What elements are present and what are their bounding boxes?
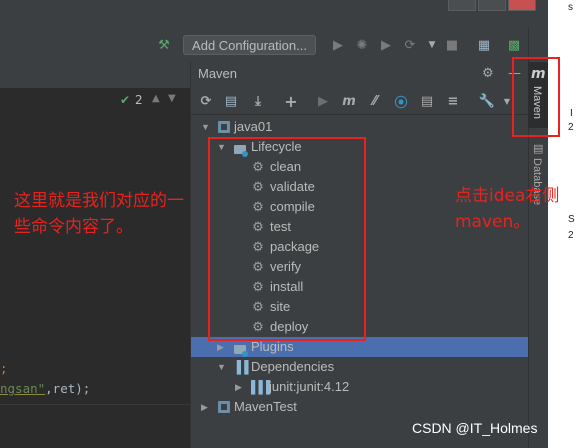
gear-icon[interactable]: ⚙	[482, 66, 494, 81]
download-icon[interactable]: ⤓	[249, 92, 267, 110]
execute-maven-goal-icon[interactable]: m	[340, 92, 358, 110]
watermark: CSDN @IT_Holmes	[412, 420, 538, 436]
code-string: ngsan"	[0, 381, 46, 396]
edge-text: s	[568, 2, 573, 13]
divider	[0, 404, 190, 405]
annotation-box-maven	[512, 57, 560, 137]
code-rest: ,ret);	[45, 381, 91, 396]
expand-arrow-icon[interactable]: ▶	[201, 397, 208, 417]
maven-title: Maven	[198, 66, 238, 81]
maximize-button[interactable]	[478, 0, 506, 11]
run-goal-icon[interactable]: ▶	[314, 92, 332, 110]
maven-header	[191, 62, 528, 86]
tree-label: java01	[234, 119, 273, 134]
project-structure-icon[interactable]: ▦	[476, 37, 492, 53]
settings-wrench-icon[interactable]: 🔧	[478, 92, 496, 110]
collapse-all-icon[interactable]: ≡	[444, 92, 462, 110]
window-controls	[448, 0, 548, 12]
add-folder-icon[interactable]: ▤	[222, 92, 240, 110]
annotation-right: 点击idea右侧maven。	[455, 186, 560, 232]
plugins-folder-icon	[233, 340, 248, 357]
hammer-icon[interactable]: ⚒	[156, 37, 172, 53]
tree-label: junit:junit:4.12	[269, 379, 350, 394]
run-icon[interactable]: ▶	[330, 37, 346, 53]
reload-icon[interactable]: ⟳	[197, 92, 215, 110]
annotation-box-lifecycle	[208, 137, 366, 341]
tree-label: Dependencies	[251, 359, 335, 374]
edge-text: I	[570, 108, 573, 119]
coverage-icon[interactable]: ▶	[378, 37, 394, 53]
tree-project-maventest[interactable]: ▶ MavenTest	[191, 397, 528, 417]
add-icon[interactable]: +	[282, 92, 300, 111]
edge-text: 2	[568, 122, 574, 133]
add-configuration-button[interactable]: Add Configuration...	[183, 35, 316, 55]
library-icon: ▐▐▐	[246, 380, 271, 394]
annotation-left: 这里就是我们对应的一些命令内容了。	[14, 191, 184, 237]
tree-label: MavenTest	[234, 399, 297, 414]
next-highlight-icon[interactable]: ▼	[168, 93, 176, 104]
previous-highlight-icon[interactable]: ▲	[152, 93, 160, 104]
debug-icon[interactable]: ✺	[354, 37, 370, 53]
show-dependencies-icon[interactable]: ▤	[418, 92, 436, 110]
maven-project-icon	[217, 120, 231, 134]
close-button[interactable]	[508, 0, 536, 11]
inspection-count: 2	[135, 93, 143, 107]
dependencies-icon: ▐▐	[232, 360, 249, 374]
toggle-offline-icon[interactable]: ⁄⁄	[366, 92, 384, 110]
skip-tests-icon[interactable]: ⦿	[392, 92, 410, 111]
tree-dependency-junit[interactable]: ▶ ▐▐▐ junit:junit:4.12	[191, 377, 528, 397]
collapse-arrow-icon[interactable]: ▼	[201, 117, 210, 137]
code-line: ;	[0, 361, 8, 376]
tree-project-java01[interactable]: ▼ java01	[191, 117, 528, 137]
expand-arrow-icon[interactable]: ▶	[235, 377, 242, 397]
dropdown-icon[interactable]: ▼	[424, 37, 440, 53]
editor-tab-bar	[0, 62, 190, 89]
profile-icon[interactable]: ⟳	[402, 37, 418, 53]
tree-dependencies[interactable]: ▼ ▐▐ Dependencies	[191, 357, 528, 377]
inspection-ok-icon[interactable]: ✔	[120, 93, 130, 107]
collapse-arrow-icon[interactable]: ▼	[217, 357, 226, 377]
database-icon: ▤	[533, 142, 544, 155]
maven-project-icon	[217, 400, 231, 414]
stop-icon[interactable]: ■	[444, 37, 460, 53]
code-line: ngsan",ret);	[0, 381, 90, 396]
terminal-icon[interactable]: ▩	[506, 37, 522, 53]
minimize-button[interactable]	[448, 0, 476, 11]
